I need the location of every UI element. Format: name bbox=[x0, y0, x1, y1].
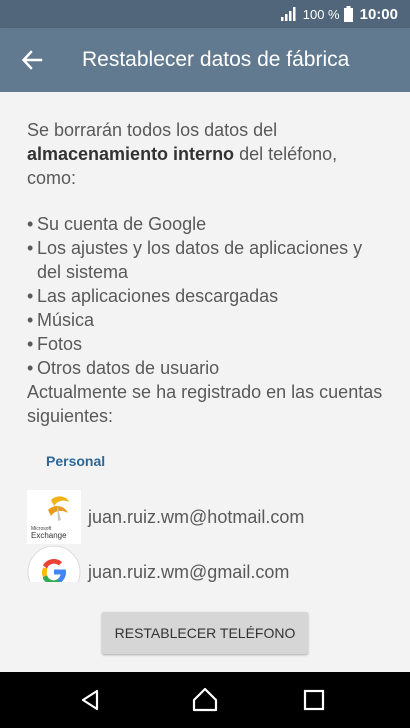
list-item: • Música bbox=[27, 310, 95, 330]
footer: RESTABLECER TELÉFONO bbox=[0, 582, 410, 672]
signal-icon bbox=[280, 7, 296, 21]
svg-text:Exchange: Exchange bbox=[31, 531, 67, 540]
reset-phone-button[interactable]: RESTABLECER TELÉFONO bbox=[102, 612, 308, 654]
list-item: • Otros datos de usuario bbox=[27, 358, 220, 378]
clock: 10:00 bbox=[359, 5, 398, 23]
registered-accounts-text: Actualmente se ha registrado en las cuen… bbox=[27, 382, 383, 426]
account-item-exchange[interactable]: Microsoft Exchange juan.ruiz.wm@hotmail.… bbox=[27, 490, 389, 544]
arrow-left-icon bbox=[21, 50, 43, 70]
battery-percent: 100 % bbox=[302, 6, 340, 22]
intro-bold: almacenamiento interno bbox=[27, 144, 235, 164]
account-email: juan.ruiz.wm@gmail.com bbox=[88, 561, 290, 582]
back-triangle-icon[interactable] bbox=[77, 686, 105, 714]
recent-apps-icon[interactable] bbox=[300, 686, 328, 714]
list-item: • Su cuenta de Google bbox=[27, 214, 207, 234]
list-item: • Fotos bbox=[27, 334, 83, 354]
account-email: juan.ruiz.wm@hotmail.com bbox=[88, 506, 305, 527]
battery-icon bbox=[343, 6, 353, 22]
content-scroll[interactable]: Se borrarán todos los datos del almacena… bbox=[0, 92, 410, 582]
account-item-google[interactable]: juan.ruiz.wm@gmail.com bbox=[27, 545, 389, 582]
status-bar: 100 % 10:00 bbox=[0, 0, 410, 28]
home-icon[interactable] bbox=[191, 686, 219, 714]
app-bar: Restablecer datos de fábrica bbox=[0, 28, 410, 92]
google-icon bbox=[27, 545, 81, 582]
list-item: • Los ajustes y los datos de aplicaciones… bbox=[27, 238, 363, 282]
list-item: • Las aplicaciones descargadas bbox=[27, 286, 279, 306]
data-list: • Su cuenta de Google • Los ajustes y los … bbox=[27, 212, 389, 380]
navigation-bar bbox=[0, 672, 410, 728]
back-button[interactable] bbox=[0, 28, 64, 92]
microsoft-exchange-icon: Microsoft Exchange bbox=[27, 490, 81, 544]
section-label-personal: Personal bbox=[46, 453, 106, 469]
page-title: Restablecer datos de fábrica bbox=[82, 48, 350, 71]
intro-text: Se borrarán todos los datos del almacena… bbox=[27, 120, 338, 188]
